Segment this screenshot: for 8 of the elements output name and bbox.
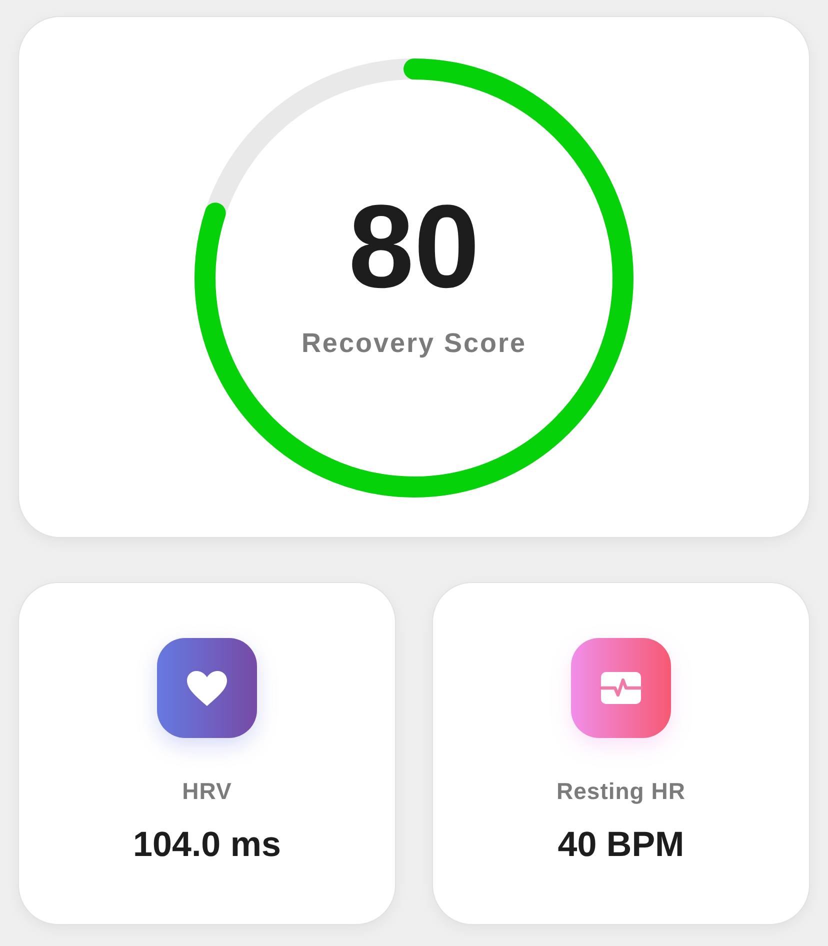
metric-value: 40 BPM: [558, 825, 684, 865]
pulse-monitor-icon: [571, 638, 671, 738]
metric-label: HRV: [182, 778, 232, 805]
heart-icon: [157, 638, 257, 738]
score-value: 80: [348, 188, 480, 306]
metric-label: Resting HR: [556, 778, 686, 805]
score-label: Recovery Score: [301, 328, 527, 359]
metric-value: 104.0 ms: [133, 825, 281, 865]
